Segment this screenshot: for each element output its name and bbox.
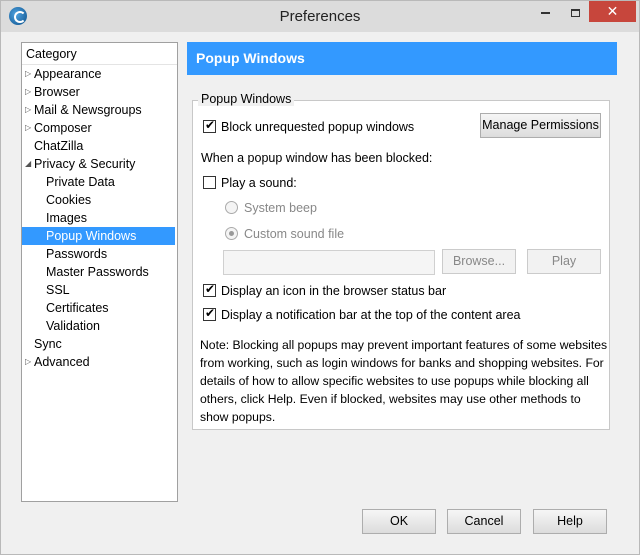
tree-item-label: Popup Windows (46, 229, 137, 243)
tree-item-label: Sync (34, 337, 62, 351)
tree-item-label: Master Passwords (46, 265, 149, 279)
maximize-icon (571, 8, 580, 17)
tree-item-appearance[interactable]: ▷ Appearance (22, 65, 177, 83)
notification-bar-checkbox[interactable] (203, 306, 216, 321)
minimize-icon (541, 11, 550, 14)
custom-sound-option[interactable]: Custom sound file (225, 227, 344, 241)
when-blocked-label: When a popup window has been blocked: (201, 151, 433, 165)
ok-button[interactable]: OK (362, 509, 436, 534)
play-sound-label: Play a sound: (221, 176, 297, 190)
tree-item-ssl[interactable]: SSL (22, 281, 177, 299)
system-beep-label: System beep (244, 201, 317, 215)
block-popups-label: Block unrequested popup windows (221, 120, 415, 134)
help-button[interactable]: Help (533, 509, 607, 534)
block-popups-option[interactable]: Block unrequested popup windows (203, 118, 415, 134)
status-icon-label: Display an icon in the browser status ba… (221, 284, 447, 298)
manage-permissions-button[interactable]: Manage Permissions (480, 113, 601, 138)
custom-sound-label: Custom sound file (244, 227, 345, 241)
sound-file-field[interactable] (223, 250, 435, 275)
tree-item-composer[interactable]: ▷ Composer (22, 119, 177, 137)
maximize-button[interactable] (562, 1, 589, 22)
tree-item-label: Advanced (34, 355, 90, 369)
tree-item-passwords[interactable]: Passwords (22, 245, 177, 263)
tree-item-label: SSL (46, 283, 70, 297)
tree-item-private-data[interactable]: Private Data (22, 173, 177, 191)
status-icon-option[interactable]: Display an icon in the browser status ba… (203, 282, 447, 298)
tree-item-mail-newsgroups[interactable]: ▷ Mail & Newsgroups (22, 101, 177, 119)
expand-arrow-icon[interactable]: ▷ (25, 353, 31, 371)
tree-item-advanced[interactable]: ▷ Advanced (22, 353, 177, 371)
tree-item-label: Certificates (46, 301, 109, 315)
system-beep-radio[interactable] (225, 201, 238, 214)
expand-arrow-icon[interactable]: ▷ (25, 83, 31, 101)
title-bar[interactable]: Preferences ✕ (1, 1, 639, 32)
notification-bar-label: Display a notification bar at the top of… (221, 308, 521, 322)
tree-item-browser[interactable]: ▷ Browser (22, 83, 177, 101)
close-icon: ✕ (606, 3, 619, 19)
status-icon-checkbox[interactable] (203, 282, 216, 297)
play-sound-option[interactable]: Play a sound: (203, 176, 297, 190)
tree-item-certificates[interactable]: Certificates (22, 299, 177, 317)
tree-item-chatzilla[interactable]: ChatZilla (22, 137, 177, 155)
tree-item-cookies[interactable]: Cookies (22, 191, 177, 209)
category-header: Category (22, 43, 177, 65)
play-sound-checkbox[interactable] (203, 176, 216, 189)
minimize-button[interactable] (532, 1, 559, 22)
preferences-window: Preferences ✕ Category ▷ Appearance ▷ Brow… (0, 0, 640, 555)
play-button[interactable]: Play (527, 249, 601, 274)
expand-arrow-icon[interactable]: ▷ (25, 65, 31, 83)
tree-item-label: Validation (46, 319, 100, 333)
tree-item-label: Private Data (46, 175, 115, 189)
tree-item-label: Mail & Newsgroups (34, 103, 142, 117)
notification-bar-option[interactable]: Display a notification bar at the top of… (203, 306, 521, 322)
tree-item-label: Privacy & Security (34, 157, 136, 171)
collapse-arrow-icon[interactable]: ◢ (25, 155, 31, 173)
tree-item-label: Appearance (34, 67, 102, 81)
browse-button[interactable]: Browse... (442, 249, 516, 274)
tree-item-label: Passwords (46, 247, 108, 261)
tree-item-label: Cookies (46, 193, 92, 207)
tree-item-master-passwords[interactable]: Master Passwords (22, 263, 177, 281)
expand-arrow-icon[interactable]: ▷ (25, 101, 31, 119)
panel-title: Popup Windows (187, 42, 617, 75)
tree-item-label: Browser (34, 85, 80, 99)
block-popups-checkbox[interactable] (203, 118, 216, 133)
expand-arrow-icon[interactable]: ▷ (25, 119, 31, 137)
tree-item-validation[interactable]: Validation (22, 317, 177, 335)
popup-blocking-note: Note: Blocking all popups may prevent im… (200, 338, 608, 424)
tree-item-images[interactable]: Images (22, 209, 177, 227)
tree-item-label: Composer (34, 121, 92, 135)
category-tree[interactable]: Category ▷ Appearance ▷ Browser ▷ Mail & Ne… (21, 42, 178, 502)
tree-item-sync[interactable]: Sync (22, 335, 177, 353)
system-beep-option[interactable]: System beep (225, 201, 317, 215)
cancel-button[interactable]: Cancel (447, 509, 521, 534)
tree-item-label: Images (46, 211, 87, 225)
close-button[interactable]: ✕ (589, 1, 636, 22)
tree-item-popup-windows[interactable]: Popup Windows (22, 227, 175, 245)
custom-sound-radio[interactable] (225, 227, 238, 240)
tree-item-label: ChatZilla (34, 139, 84, 153)
tree-item-privacy-security[interactable]: ◢ Privacy & Security (22, 155, 177, 173)
popup-windows-group: Popup Windows Block unrequested popup wi… (192, 92, 610, 430)
